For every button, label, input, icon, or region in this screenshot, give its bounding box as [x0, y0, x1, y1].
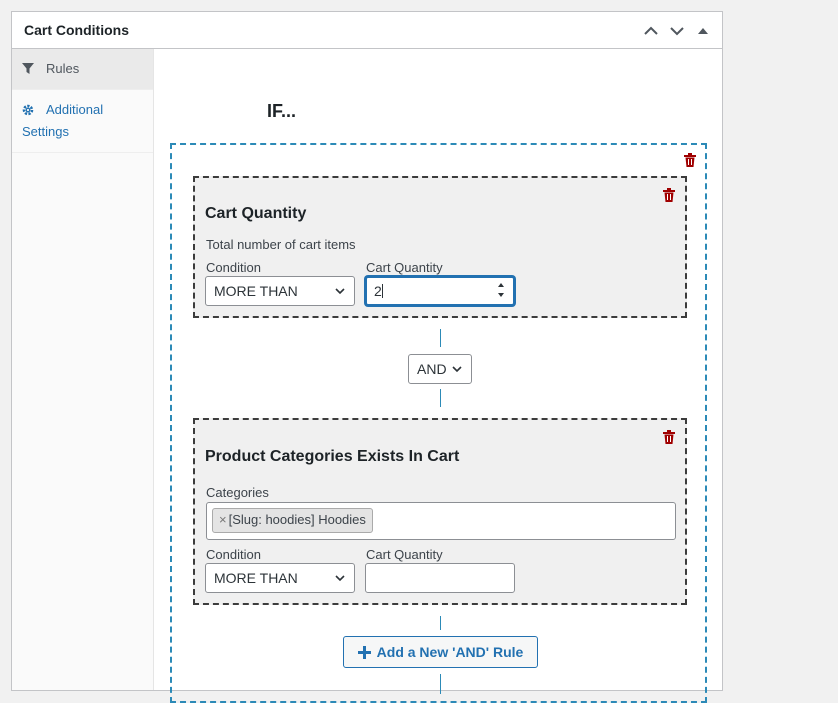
condition-select[interactable]: MORE THAN: [205, 563, 355, 593]
rule-cart-quantity: Cart Quantity Total number of cart items…: [193, 176, 687, 318]
sidebar: Rules Additional Settings: [12, 49, 154, 690]
cart-conditions-metabox: Cart Conditions Rules Additional Setting…: [11, 11, 723, 703]
toggle-panel-button[interactable]: [690, 13, 716, 49]
metabox-header: Cart Conditions: [12, 12, 722, 49]
delete-rule-button[interactable]: [663, 188, 675, 202]
number-spinner[interactable]: [497, 281, 505, 299]
cart-quantity-input[interactable]: [365, 563, 515, 593]
sidebar-item-label: Rules: [46, 61, 80, 76]
category-tag: × [Slug: hoodies] Hoodies: [212, 508, 373, 533]
categories-label: Categories: [206, 485, 269, 500]
plus-icon: [357, 645, 371, 659]
cart-quantity-label: Cart Quantity: [366, 260, 443, 275]
add-rule-label: Add a New 'AND' Rule: [376, 644, 524, 660]
spin-down-icon[interactable]: [497, 291, 505, 299]
cart-quantity-value: 2: [374, 283, 382, 299]
metabox-controls: [638, 12, 716, 49]
connector-line: [440, 389, 441, 407]
trash-icon: [663, 430, 675, 444]
condition-select[interactable]: MORE THAN: [205, 276, 355, 306]
add-and-rule-button[interactable]: Add a New 'AND' Rule: [343, 636, 538, 668]
categories-multiselect[interactable]: × [Slug: hoodies] Hoodies: [206, 502, 676, 540]
condition-select-value: MORE THAN: [214, 570, 298, 586]
rule-title: Cart Quantity: [205, 205, 307, 222]
delete-rule-button[interactable]: [663, 430, 675, 444]
filter-icon: [22, 61, 38, 81]
gear-icon: [22, 102, 38, 122]
chevron-down-icon: [452, 366, 462, 373]
rule-product-categories: Product Categories Exists In Cart Catego…: [193, 418, 687, 605]
metabox-body: Rules Additional Settings IF... Cart Qua…: [12, 49, 722, 703]
logic-operator-select[interactable]: AND: [408, 354, 472, 384]
rules-panel: IF... Cart Quantity Total number of cart…: [154, 49, 722, 703]
sidebar-item-rules[interactable]: Rules: [12, 49, 153, 90]
logic-operator-value: AND: [417, 361, 447, 377]
chevron-up-icon: [644, 26, 658, 35]
trash-icon: [684, 153, 696, 167]
move-down-button[interactable]: [664, 13, 690, 49]
text-caret: [381, 284, 383, 298]
move-up-button[interactable]: [638, 13, 664, 49]
trash-icon: [663, 188, 675, 202]
delete-group-button[interactable]: [684, 153, 696, 167]
rule-description: Total number of cart items: [206, 237, 356, 252]
connector-line: [440, 329, 441, 347]
chevron-down-icon: [670, 26, 684, 35]
condition-label: Condition: [206, 547, 261, 562]
spin-up-icon[interactable]: [497, 281, 505, 289]
connector-line: [440, 616, 441, 630]
remove-tag-icon[interactable]: ×: [219, 512, 227, 527]
cart-quantity-input[interactable]: 2: [365, 276, 515, 306]
category-tag-label: [Slug: hoodies] Hoodies: [228, 512, 366, 527]
condition-group: Cart Quantity Total number of cart items…: [170, 143, 707, 703]
rule-title: Product Categories Exists In Cart: [205, 448, 460, 465]
condition-select-value: MORE THAN: [214, 283, 298, 299]
if-heading: IF...: [267, 101, 297, 121]
chevron-down-icon: [335, 288, 345, 295]
metabox-title: Cart Conditions: [24, 22, 129, 38]
chevron-down-icon: [335, 575, 345, 582]
sidebar-item-additional-settings[interactable]: Additional Settings: [12, 90, 153, 153]
caret-up-icon: [698, 27, 708, 34]
connector-line: [440, 674, 441, 694]
cart-quantity-label: Cart Quantity: [366, 547, 443, 562]
condition-label: Condition: [206, 260, 261, 275]
